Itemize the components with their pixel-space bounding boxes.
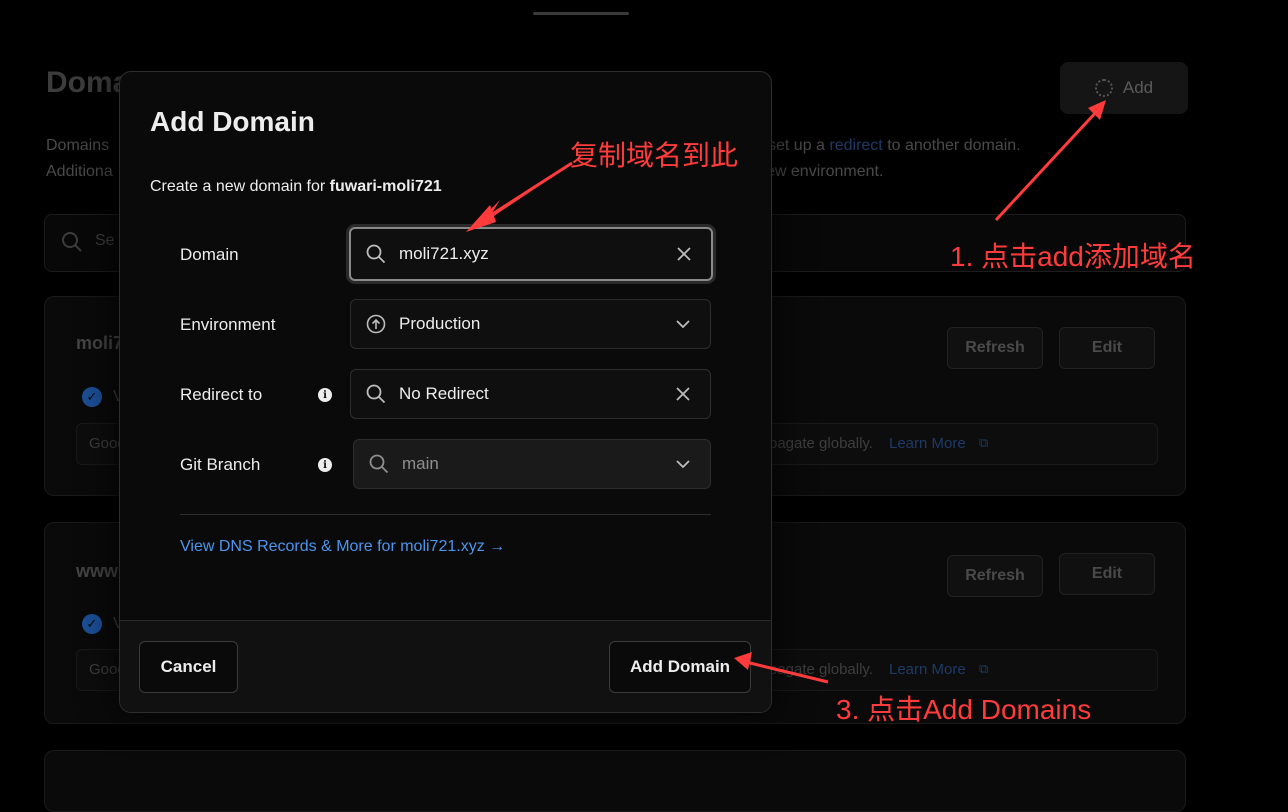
arrow-to-domain-input [466, 161, 573, 232]
annotation-copy-here: 复制域名到此 [570, 140, 739, 171]
arrow-to-add-domain-button [734, 652, 829, 684]
annotation-step1: 1. 点击add添加域名 [950, 241, 1196, 272]
annotation-step3: 3. 点击Add Domains [836, 694, 1092, 725]
annotation-arrows [466, 100, 1106, 684]
arrow-to-add-button [994, 100, 1106, 222]
